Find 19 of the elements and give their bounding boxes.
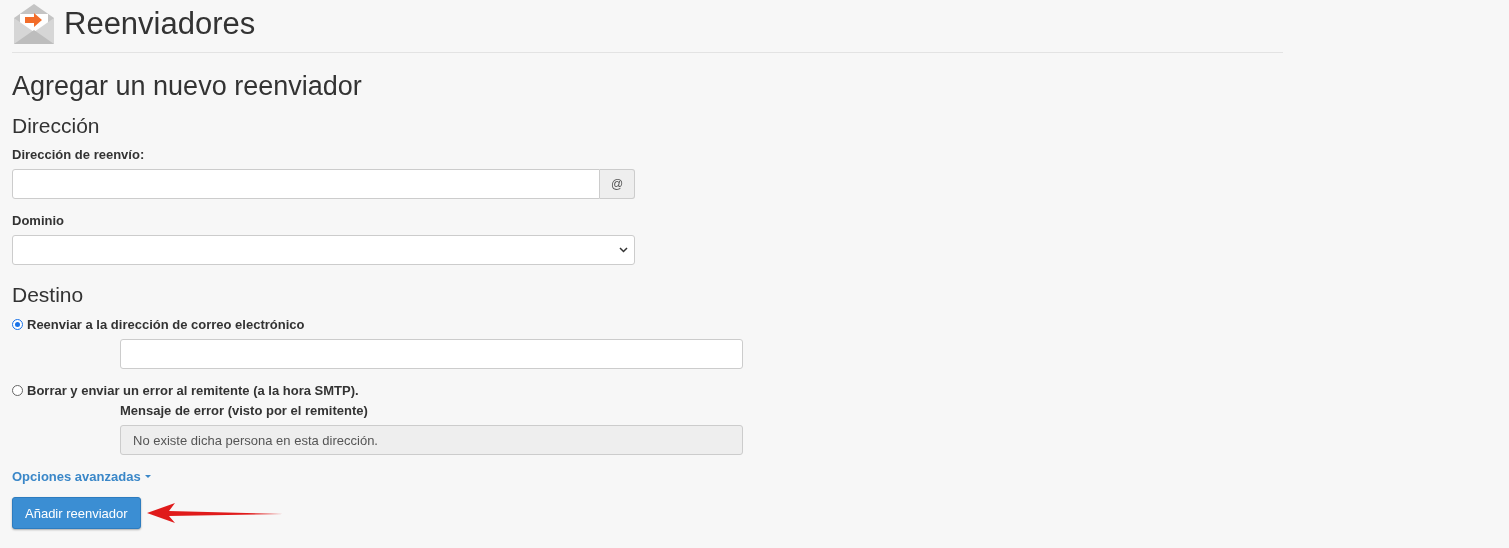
page-title: Reenviadores: [64, 6, 256, 42]
field-label: Mensaje de error (visto por el remitente): [120, 403, 369, 418]
caret-icon: [144, 474, 151, 479]
form-title: Agregar un nuevo reenviador: [12, 71, 363, 102]
domain-select[interactable]: [12, 235, 635, 265]
field-label: Dominio: [12, 213, 65, 228]
radio-button[interactable]: [12, 319, 23, 330]
radio-label: Reenviar a la dirección de correo electrónico: [27, 317, 305, 332]
envelope-icon: [12, 2, 56, 46]
at-sign-addon: @: [600, 169, 635, 199]
address-input-field[interactable]: [12, 169, 600, 199]
section-heading: Destino: [12, 283, 85, 307]
chevron-down-icon: [619, 247, 628, 253]
field-label: Dirección de reenvío:: [12, 147, 146, 162]
advanced-options-link[interactable]: Opciones avanzadas: [12, 469, 151, 484]
email-input-field[interactable]: [120, 339, 743, 369]
radio-label: Borrar y enviar un error al remitente (a la hora SMTP).: [27, 383, 359, 398]
add-forwarder-button[interactable]: Añadir reenviador: [12, 497, 141, 529]
section-heading: Dirección: [12, 114, 101, 138]
